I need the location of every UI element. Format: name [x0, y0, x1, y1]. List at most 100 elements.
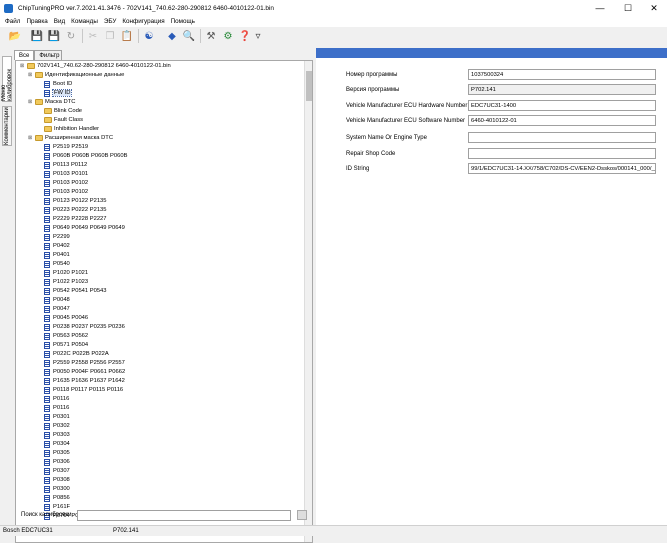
- toolbar-separator: [200, 29, 201, 43]
- save-icon[interactable]: 💾: [30, 29, 44, 43]
- tree-item-dtc[interactable]: P0649 P0649 P0649 P0649: [44, 224, 125, 232]
- properties-header: [316, 48, 667, 58]
- tree-item-dtc[interactable]: P0542 P0541 P0543: [44, 287, 107, 295]
- tree-item-dtc[interactable]: P2229 P2228 P2227: [44, 215, 107, 223]
- property-value-field[interactable]: 99/1/EDC7UC31-14.XX/758/C702/DS-CV/EEN2-…: [468, 163, 656, 174]
- refresh-icon[interactable]: ↻: [64, 29, 78, 43]
- tree-root[interactable]: ⊠ 702V141_740.62-280-290812 6460-4010122-…: [20, 62, 171, 70]
- tree-item-dtc[interactable]: P0116: [44, 404, 69, 412]
- tree-item-dtc[interactable]: P0116: [44, 395, 69, 403]
- tree-ext-dtc-mask[interactable]: ⊠ Расширенная маска DTC: [28, 134, 113, 142]
- tree-item-dtc[interactable]: P0238 P0237 P0235 P0236: [44, 323, 125, 331]
- property-row: Repair Shop Code: [346, 148, 666, 159]
- tree-item-dtc[interactable]: P060B P060B P060B P060B: [44, 152, 127, 160]
- maximize-button[interactable]: ☐: [615, 0, 641, 16]
- menu-help[interactable]: Помощь: [171, 18, 195, 25]
- tree-item-dtc[interactable]: P0223 P0222 P2135: [44, 206, 107, 214]
- tree-scrollbar[interactable]: [304, 61, 312, 542]
- collapse-icon[interactable]: ⊠: [20, 63, 25, 69]
- tree-item-dtc[interactable]: P0308: [44, 476, 70, 484]
- tree-item-dtc[interactable]: P0856: [44, 494, 70, 502]
- tree-item-boot-id[interactable]: Boot ID: [44, 80, 72, 88]
- save-as-icon[interactable]: 💾: [47, 29, 61, 43]
- collapse-icon[interactable]: ⊠: [28, 99, 33, 105]
- tree-item-dtc[interactable]: P0118 P0117 P0115 P0116: [44, 386, 123, 394]
- folder-icon: [35, 99, 43, 105]
- menu-configuration[interactable]: Конфигурация: [122, 18, 164, 25]
- property-value-field[interactable]: 6460-4010122-01: [468, 115, 656, 126]
- tree-item-dtc[interactable]: P0045 P0046: [44, 314, 88, 322]
- cut-icon[interactable]: ✂: [86, 29, 100, 43]
- collapse-icon[interactable]: ⊠: [28, 72, 33, 78]
- tree-item-dtc[interactable]: P0300: [44, 485, 70, 493]
- tree-item-dtc[interactable]: P022C P022B P022A: [44, 350, 109, 358]
- tree-item-dtc[interactable]: P0402: [44, 242, 70, 250]
- tree-item-dtc[interactable]: P0301: [44, 413, 70, 421]
- tree-item-dtc[interactable]: P0048: [44, 296, 70, 304]
- tree-ident-data[interactable]: ⊠ Идентификационные данные: [28, 71, 124, 79]
- tree-item-dtc[interactable]: P0306: [44, 458, 70, 466]
- tree-item-fw-id[interactable]: FW ID: [44, 89, 73, 97]
- tab-all[interactable]: Все: [14, 50, 35, 60]
- tree-item-dtc[interactable]: P0123 P0122 P2135: [44, 197, 107, 205]
- tree-item-dtc[interactable]: P0307: [44, 467, 70, 475]
- tree-item-dtc[interactable]: P2299: [44, 233, 70, 241]
- tree-item-dtc[interactable]: P0050 P004F P0661 P0662: [44, 368, 125, 376]
- minimize-button[interactable]: —: [587, 0, 613, 16]
- tab-comments[interactable]: Комментарии: [2, 106, 12, 146]
- toolbar-overflow-icon[interactable]: ▿: [254, 29, 262, 43]
- paste-icon[interactable]: 📋: [120, 29, 134, 43]
- tree-item-dtc[interactable]: P0540: [44, 260, 70, 268]
- tree-item-dtc[interactable]: P0103 P0101: [44, 170, 88, 178]
- tree-item-dtc[interactable]: P0103 P0102: [44, 179, 88, 187]
- tree-item-dtc[interactable]: P2559 P2558 P2556 P2557: [44, 359, 125, 367]
- tree-item-blink-code[interactable]: Blink Code: [44, 107, 82, 115]
- property-value-field[interactable]: 1037500324: [468, 69, 656, 80]
- close-button[interactable]: ✕: [641, 0, 667, 16]
- tree-item-dtc[interactable]: P0304: [44, 440, 70, 448]
- settings-icon[interactable]: ⚙: [221, 29, 235, 43]
- tree-item-dtc[interactable]: P0103 P0102: [44, 188, 88, 196]
- tree-item-inhibition-handler[interactable]: Inhibition Handler: [44, 125, 99, 133]
- search-input[interactable]: [76, 509, 291, 521]
- tree-dtc-mask[interactable]: ⊠ Маска DTC: [28, 98, 75, 106]
- tree-item-dtc[interactable]: P1020 P1021: [44, 269, 88, 277]
- menu-view[interactable]: Вид: [54, 18, 65, 25]
- menu-ecu[interactable]: ЭБУ: [104, 18, 117, 25]
- tree-item-dtc[interactable]: P0305: [44, 449, 70, 457]
- folder-icon: [27, 63, 35, 69]
- tree-item-dtc[interactable]: P1635 P1636 P1637 P1642: [44, 377, 125, 385]
- tree-item-dtc[interactable]: P0571 P0504: [44, 341, 88, 349]
- tree-item-dtc[interactable]: P0303: [44, 431, 70, 439]
- search-button[interactable]: [296, 510, 307, 520]
- window-title: ChipTuningPRO ver.7.2021.41.3476 - 702V1…: [18, 4, 274, 12]
- tree-item-dtc[interactable]: P0401: [44, 251, 70, 259]
- tree-item-fault-class[interactable]: Fault Class: [44, 116, 83, 124]
- open-folder-icon[interactable]: 📂: [8, 29, 22, 43]
- search-icon[interactable]: 🔍: [182, 29, 196, 43]
- property-value-field[interactable]: P702.141: [468, 84, 656, 95]
- tree-item-dtc[interactable]: P0302: [44, 422, 70, 430]
- menu-commands[interactable]: Команды: [71, 18, 98, 25]
- property-value-field[interactable]: [468, 132, 656, 143]
- tree-item-dtc[interactable]: P1022 P1023: [44, 278, 88, 286]
- calibration-tree[interactable]: ⊠ 702V141_740.62-280-290812 6460-4010122-…: [15, 60, 313, 543]
- tools-icon[interactable]: ⚒: [204, 29, 218, 43]
- help-icon[interactable]: ❓: [238, 29, 252, 43]
- property-value-field[interactable]: [468, 148, 656, 159]
- property-value-field[interactable]: EDC7UC31-1400: [468, 100, 656, 111]
- tab-filter[interactable]: Фильтр: [34, 50, 63, 60]
- menu-edit[interactable]: Правка: [26, 18, 47, 25]
- tree-item-dtc[interactable]: P2519 P2519: [44, 143, 88, 151]
- menu-file[interactable]: Файл: [5, 18, 20, 25]
- tree-item-dtc[interactable]: P0113 P0112: [44, 161, 87, 169]
- collapse-icon[interactable]: ⊠: [28, 135, 33, 141]
- scrollbar-thumb[interactable]: [306, 71, 312, 101]
- compare-icon[interactable]: ☯: [142, 29, 156, 43]
- navigate-icon[interactable]: ◆: [165, 29, 179, 43]
- tree-item-dtc[interactable]: P0047: [44, 305, 70, 313]
- copy-icon[interactable]: ❐: [103, 29, 117, 43]
- tab-calibration-menu[interactable]: Меню калибровок: [1, 56, 13, 102]
- tree-item-dtc[interactable]: P0563 P0562: [44, 332, 88, 340]
- property-row: ID String 99/1/EDC7UC31-14.XX/758/C702/DS…: [346, 163, 666, 174]
